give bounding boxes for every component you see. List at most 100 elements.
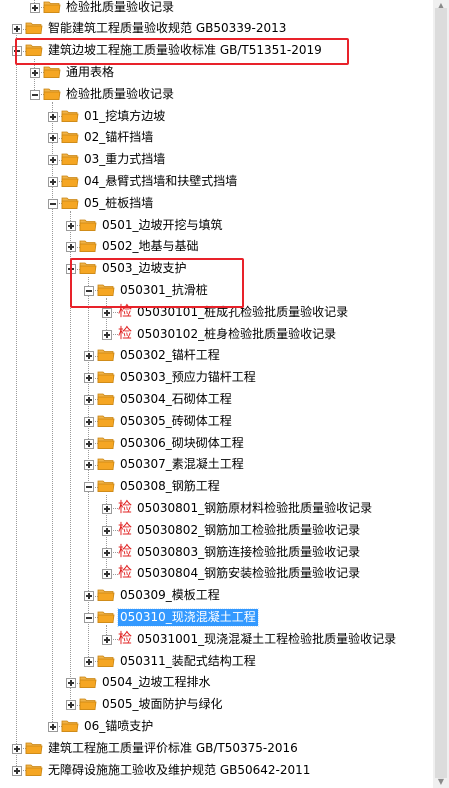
tree-item-folder[interactable]: 050311_装配式结构工程 (0, 651, 433, 673)
expand-plus-icon[interactable] (102, 329, 112, 340)
tree-item-label[interactable]: 05030802_钢筋加工检验批质量验收记录 (135, 522, 362, 539)
tree-item-label[interactable]: 检验批质量验收记录 (64, 86, 176, 103)
tree-item-folder[interactable]: 检验批质量验收记录 (0, 0, 433, 19)
tree-item-label[interactable]: 05031001_现浇混凝土工程检验批质量验收记录 (135, 631, 398, 648)
tree-item-label[interactable]: 0504_边坡工程排水 (100, 674, 213, 691)
tree-item-folder[interactable]: 050305_砖砌体工程 (0, 411, 433, 433)
vertical-scrollbar[interactable]: ▲ ▼ (433, 0, 449, 788)
tree-item-form[interactable]: 检 05030801_钢筋原材料检验批质量验收记录 (0, 498, 433, 520)
expand-plus-icon[interactable] (102, 503, 112, 514)
tree-item-label[interactable]: 建筑边坡工程施工质量验收标准 GB/T51351-2019 (46, 42, 324, 59)
tree-item-label[interactable]: 050309_模板工程 (118, 587, 222, 604)
tree-item-label[interactable]: 0503_边坡支护 (100, 260, 189, 277)
expand-plus-icon[interactable] (66, 220, 76, 231)
expand-plus-icon[interactable] (66, 678, 76, 689)
tree-item-label[interactable]: 05030803_钢筋连接检验批质量验收记录 (135, 544, 362, 561)
expand-plus-icon[interactable] (12, 765, 22, 776)
tree-item-form[interactable]: 检 05030802_钢筋加工检验批质量验收记录 (0, 520, 433, 542)
expand-plus-icon[interactable] (84, 438, 94, 449)
tree-item-folder[interactable]: 0505_坡面防护与绿化 (0, 694, 433, 716)
tree-item-form[interactable]: 检 05030804_钢筋安装检验批质量验收记录 (0, 563, 433, 585)
tree-item-folder[interactable]: 050304_石砌体工程 (0, 389, 433, 411)
tree-item-label[interactable]: 01_挖填方边坡 (82, 108, 167, 125)
expand-plus-icon[interactable] (102, 307, 112, 318)
tree-item-label[interactable]: 通用表格 (64, 64, 116, 81)
expand-plus-icon[interactable] (84, 656, 94, 667)
tree-item-folder[interactable]: 0502_地基与基础 (0, 236, 433, 258)
tree-item-folder[interactable]: 06_锚喷支护 (0, 716, 433, 738)
tree-item-label[interactable]: 智能建筑工程质量验收规范 GB50339-2013 (46, 20, 288, 37)
expand-plus-icon[interactable] (48, 155, 58, 166)
collapse-minus-icon[interactable] (84, 285, 94, 296)
tree-item-label[interactable]: 050301_抗滑桩 (118, 282, 210, 299)
tree-item-label[interactable]: 05030101_桩成孔检验批质量验收记录 (135, 304, 350, 321)
tree-item-label[interactable]: 050307_素混凝土工程 (118, 456, 246, 473)
tree-item-label[interactable]: 检验批质量验收记录 (64, 0, 176, 16)
collapse-minus-icon[interactable] (30, 89, 40, 100)
tree-item-label[interactable]: 0505_坡面防护与绿化 (100, 696, 225, 713)
collapse-minus-icon[interactable] (12, 46, 22, 57)
tree-item-folder[interactable]: 050308_钢筋工程 (0, 476, 433, 498)
tree-item-label[interactable]: 050311_装配式结构工程 (118, 653, 258, 670)
tree-item-folder[interactable]: 01_挖填方边坡 (0, 106, 433, 128)
tree-item-label[interactable]: 0501_边坡开挖与填筑 (100, 217, 225, 234)
tree-item-folder[interactable]: 04_悬臂式挡墙和扶壁式挡墙 (0, 171, 433, 193)
tree-item-folder[interactable]: 050302_锚杆工程 (0, 345, 433, 367)
tree-item-folder[interactable]: 050306_砌块砌体工程 (0, 433, 433, 455)
expand-plus-icon[interactable] (48, 721, 58, 732)
tree-item-folder[interactable]: 05_桩板挡墙 (0, 193, 433, 215)
tree-item-folder[interactable]: 02_锚杆挡墙 (0, 127, 433, 149)
expand-plus-icon[interactable] (48, 176, 58, 187)
tree-item-label[interactable]: 建筑工程施工质量评价标准 GB/T50375-2016 (46, 740, 300, 757)
collapse-minus-icon[interactable] (66, 264, 76, 275)
tree-item-folder[interactable]: 050307_素混凝土工程 (0, 454, 433, 476)
tree-item-form[interactable]: 检 05030101_桩成孔检验批质量验收记录 (0, 302, 433, 324)
expand-plus-icon[interactable] (102, 525, 112, 536)
tree-item-label[interactable]: 050306_砌块砌体工程 (118, 435, 246, 452)
tree-item-folder[interactable]: 通用表格 (0, 62, 433, 84)
expand-plus-icon[interactable] (84, 351, 94, 362)
tree-item-label[interactable]: 02_锚杆挡墙 (82, 129, 155, 146)
tree-item-folder[interactable]: 无障碍设施施工验收及维护规范 GB50642-2011 (0, 760, 433, 782)
tree-item-folder[interactable]: 检验批质量验收记录 (0, 84, 433, 106)
tree-item-folder[interactable]: 0504_边坡工程排水 (0, 672, 433, 694)
expand-plus-icon[interactable] (102, 547, 112, 558)
scrollbar-thumb[interactable] (435, 8, 447, 778)
tree-item-folder[interactable]: 0503_边坡支护 (0, 258, 433, 280)
tree-item-label[interactable]: 无障碍设施施工验收及维护规范 GB50642-2011 (46, 762, 312, 779)
tree-item-form[interactable]: 检 05030102_桩身检验批质量验收记录 (0, 324, 433, 346)
tree-item-label[interactable]: 03_重力式挡墙 (82, 151, 167, 168)
tree-item-label[interactable]: 050304_石砌体工程 (118, 391, 234, 408)
tree-item-label[interactable]: 050310_现浇混凝土工程 (117, 607, 259, 627)
expand-plus-icon[interactable] (102, 569, 112, 580)
tree-item-label[interactable]: 050303_预应力锚杆工程 (118, 369, 258, 386)
tree-item-label[interactable]: 06_锚喷支护 (82, 718, 155, 735)
expand-plus-icon[interactable] (84, 394, 94, 405)
tree-item-folder[interactable]: 0501_边坡开挖与填筑 (0, 215, 433, 237)
tree-item-folder[interactable]: 智能建筑工程质量验收规范 GB50339-2013 (0, 18, 433, 40)
tree-item-label[interactable]: 05030801_钢筋原材料检验批质量验收记录 (135, 500, 374, 517)
tree-item-label[interactable]: 04_悬臂式挡墙和扶壁式挡墙 (82, 173, 239, 190)
expand-plus-icon[interactable] (84, 373, 94, 384)
tree-item-label[interactable]: 05030102_桩身检验批质量验收记录 (135, 326, 338, 343)
tree-item-folder[interactable]: 050301_抗滑桩 (0, 280, 433, 302)
tree-item-label[interactable]: 05_桩板挡墙 (82, 195, 155, 212)
tree-item-label[interactable]: 0502_地基与基础 (100, 238, 201, 255)
expand-plus-icon[interactable] (12, 743, 22, 754)
tree-item-form[interactable]: 检 05031001_现浇混凝土工程检验批质量验收记录 (0, 629, 433, 651)
expand-plus-icon[interactable] (12, 24, 22, 35)
expand-plus-icon[interactable] (48, 133, 58, 144)
expand-plus-icon[interactable] (30, 67, 40, 78)
expand-plus-icon[interactable] (48, 111, 58, 122)
tree-item-folder[interactable]: 050310_现浇混凝土工程 (0, 607, 433, 629)
tree-item-label[interactable]: 050308_钢筋工程 (118, 478, 222, 495)
tree-item-folder[interactable]: 050309_模板工程 (0, 585, 433, 607)
collapse-minus-icon[interactable] (48, 198, 58, 209)
tree-item-folder[interactable]: 03_重力式挡墙 (0, 149, 433, 171)
tree-view[interactable]: 检验批质量验收记录 智能建筑工程质量验收规范 GB50339-2013 建筑边坡工程… (0, 0, 433, 788)
expand-plus-icon[interactable] (84, 460, 94, 471)
expand-plus-icon[interactable] (30, 2, 40, 13)
expand-plus-icon[interactable] (66, 242, 76, 253)
expand-plus-icon[interactable] (102, 634, 112, 645)
collapse-minus-icon[interactable] (84, 482, 94, 493)
